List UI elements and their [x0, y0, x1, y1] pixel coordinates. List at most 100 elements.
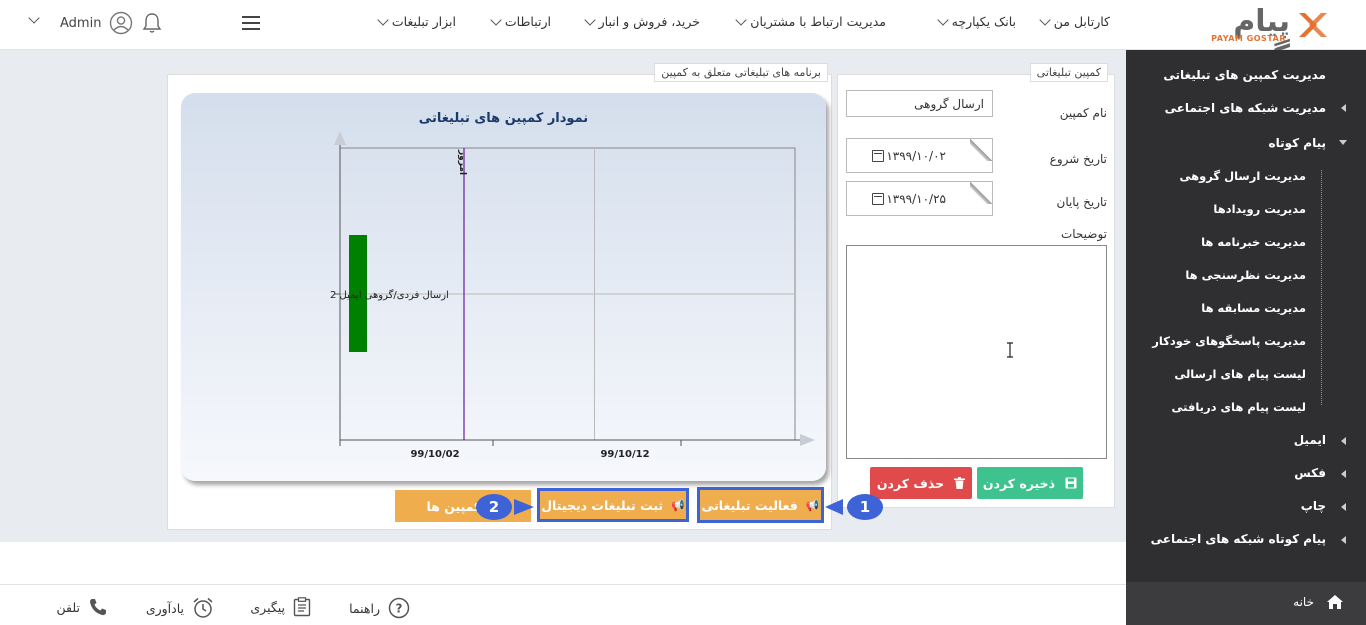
- logo-subtext: PAYAM GOSTAR: [1211, 34, 1286, 43]
- end-date-label: تاریخ پایان: [1056, 195, 1108, 209]
- sidebar-subitem-surveys[interactable]: مدیریت نظرسنجی ها: [1185, 268, 1306, 282]
- user-avatar-icon[interactable]: [109, 11, 133, 35]
- sidebar-subitem-contests[interactable]: مدیریت مسابقه ها: [1201, 301, 1306, 315]
- chevron-down-icon: [490, 13, 502, 26]
- register-digital-ads-label: ثبت تبلیغات دیجیتال: [541, 497, 664, 513]
- callout-number-1: 1: [859, 498, 871, 516]
- chevron-down-icon: [377, 13, 389, 26]
- home-icon: [1327, 595, 1343, 609]
- y-axis-arrow: [334, 131, 346, 145]
- sidebar-item-social-networks[interactable]: مدیریت شبکه های اجتماعی: [1165, 101, 1326, 115]
- expand-arrow-icon[interactable]: [1341, 536, 1346, 544]
- calendar-icon[interactable]: [872, 149, 885, 162]
- help-icon: ?: [388, 597, 410, 619]
- sidebar-subitem-sent-messages[interactable]: لیست پیام های ارسالی: [1174, 367, 1306, 381]
- sidebar-item-sms[interactable]: پیام کوتاه: [1269, 136, 1326, 150]
- sidebar-subitem-events[interactable]: مدیریت رویدادها: [1213, 202, 1306, 216]
- footer-help[interactable]: ? راهنما: [349, 597, 410, 619]
- logo-mark-icon: [1299, 13, 1327, 37]
- page-fold-decoration: [970, 182, 992, 204]
- alarm-clock-icon: [193, 597, 213, 618]
- sidebar-home[interactable]: خانه: [1126, 582, 1366, 625]
- expand-arrow-icon[interactable]: [1341, 470, 1346, 478]
- sidebar-subitem-received-messages[interactable]: لیست پیام های دریافتی: [1171, 400, 1306, 414]
- sidebar-item-social-sms[interactable]: پیام کوتاه شبکه های اجتماعی: [1151, 532, 1326, 546]
- description-label: توضیحات: [1060, 227, 1107, 241]
- end-date-input[interactable]: ۱۳۹۹/۱۰/۲۵: [846, 181, 993, 216]
- nav-communications[interactable]: ارتباطات: [490, 13, 551, 29]
- user-name[interactable]: Admin: [60, 16, 101, 31]
- sidebar-subitem-group-send[interactable]: مدیریت ارسال گروهی: [1180, 169, 1307, 183]
- nav-label: خرید، فروش و انبار: [598, 14, 700, 29]
- expand-arrow-icon[interactable]: [1341, 437, 1346, 445]
- svg-text:?: ?: [396, 602, 403, 616]
- sidebar-subitem-newsletters[interactable]: مدیریت خبرنامه ها: [1201, 235, 1306, 249]
- chevron-down-icon: [735, 13, 747, 26]
- floppy-disk-icon: [1065, 477, 1077, 489]
- sidebar-item-email[interactable]: ایمیل: [1294, 433, 1326, 447]
- delete-label: حذف کردن: [876, 475, 945, 491]
- campaign-chart: نمودار کمپین های تبلیغاتی امروز ارسال فرد…: [181, 93, 826, 481]
- reminder-label: یادآوری: [145, 600, 184, 616]
- ad-activity-button[interactable]: 📢 فعالیت تبلیغاتی: [697, 487, 824, 523]
- top-bar: پیام گستر PAYAM GOSTAR کارتابل من بانک ی…: [0, 0, 1366, 74]
- footer-phone[interactable]: تلفن: [57, 597, 108, 617]
- sidebar-subitem-auto-responders[interactable]: مدیریت پاسخگوهای خودکار: [1152, 334, 1306, 348]
- nav-crm[interactable]: مدیریت ارتباط با مشتریان: [735, 13, 886, 29]
- clipboard-icon: [293, 597, 311, 617]
- calendar-icon[interactable]: [872, 192, 885, 205]
- nav-ad-tools[interactable]: ابزار تبلیغات: [377, 13, 456, 29]
- start-date-value-wrap: ۱۳۹۹/۱۰/۰۲: [870, 149, 946, 163]
- followup-label: پیگیری: [250, 599, 285, 615]
- campaign-name-label: نام کمپین: [1059, 106, 1107, 120]
- start-date-value: ۱۳۹۹/۱۰/۰۲: [886, 148, 946, 163]
- sidebar-item-fax[interactable]: فکس: [1294, 466, 1326, 480]
- megaphone-icon: 📢: [805, 498, 820, 512]
- chevron-down-icon: [1039, 13, 1051, 26]
- campaign-programs-legend: برنامه های تبلیغاتی متعلق به کمپین: [654, 63, 828, 82]
- nav-label: ابزار تبلیغات: [391, 14, 456, 29]
- footer-bar: ? راهنما پیگیری یادآوری تلفن: [0, 584, 1126, 625]
- campaign-name-input[interactable]: ارسال گروهی: [846, 90, 993, 117]
- campaign-form-legend: کمپین تبلیغاتی: [1029, 63, 1108, 82]
- bell-icon[interactable]: [142, 12, 162, 34]
- end-date-value-wrap: ۱۳۹۹/۱۰/۲۵: [870, 192, 946, 206]
- today-label: امروز: [457, 149, 467, 175]
- home-label: خانه: [1293, 595, 1314, 609]
- text-cursor-icon: [1007, 342, 1013, 358]
- nav-label: ارتباطات: [504, 14, 551, 29]
- expand-arrow-icon[interactable]: [1341, 503, 1346, 511]
- y-tick-label: ارسال فردی/گروهی ایمیل 2: [330, 289, 449, 301]
- register-digital-ads-button[interactable]: 📢 ثبت تبلیغات دیجیتال: [537, 488, 689, 522]
- nav-kartabl[interactable]: کارتابل من: [1039, 13, 1110, 29]
- chevron-down-icon: [936, 13, 949, 26]
- chevron-down-icon: [583, 13, 596, 26]
- collapse-arrow-icon[interactable]: [1339, 140, 1347, 145]
- user-menu-chevron-icon[interactable]: [28, 12, 40, 24]
- sidebar: مدیریت کمپین های تبلیغاتی مدیریت شبکه ها…: [1126, 50, 1366, 625]
- save-button[interactable]: ذخیره کردن: [977, 467, 1083, 499]
- x-tick-label: 99/10/02: [410, 449, 459, 460]
- start-date-label: تاریخ شروع: [1049, 152, 1107, 166]
- end-date-value: ۱۳۹۹/۱۰/۲۵: [886, 191, 946, 206]
- x-axis-arrow: [800, 434, 815, 446]
- description-textarea[interactable]: [846, 245, 1107, 459]
- nav-bank[interactable]: بانک یکپارچه: [936, 13, 1016, 29]
- nav-sales[interactable]: خرید، فروش و انبار: [583, 13, 700, 29]
- page-fold-decoration: [970, 139, 992, 161]
- sidebar-item-campaigns[interactable]: مدیریت کمپین های تبلیغاتی: [1163, 68, 1326, 82]
- nav-label: بانک یکپارچه: [951, 14, 1016, 29]
- expand-arrow-icon[interactable]: [1341, 104, 1346, 112]
- start-date-input[interactable]: ۱۳۹۹/۱۰/۰۲: [846, 138, 993, 173]
- sidebar-item-print[interactable]: چاپ: [1301, 499, 1326, 513]
- footer-reminder[interactable]: یادآوری: [146, 597, 214, 619]
- hamburger-menu-icon[interactable]: [242, 16, 260, 30]
- help-label: راهنما: [349, 600, 380, 616]
- callout-number-2: 2: [488, 498, 500, 516]
- phone-icon: [90, 599, 106, 616]
- footer-followup[interactable]: پیگیری: [250, 597, 311, 617]
- nav-label: کارتابل من: [1053, 14, 1110, 29]
- logo[interactable]: پیام گستر PAYAM GOSTAR: [1160, 4, 1330, 74]
- trash-icon: [954, 477, 966, 489]
- x-tick-label: 99/10/12: [600, 449, 649, 460]
